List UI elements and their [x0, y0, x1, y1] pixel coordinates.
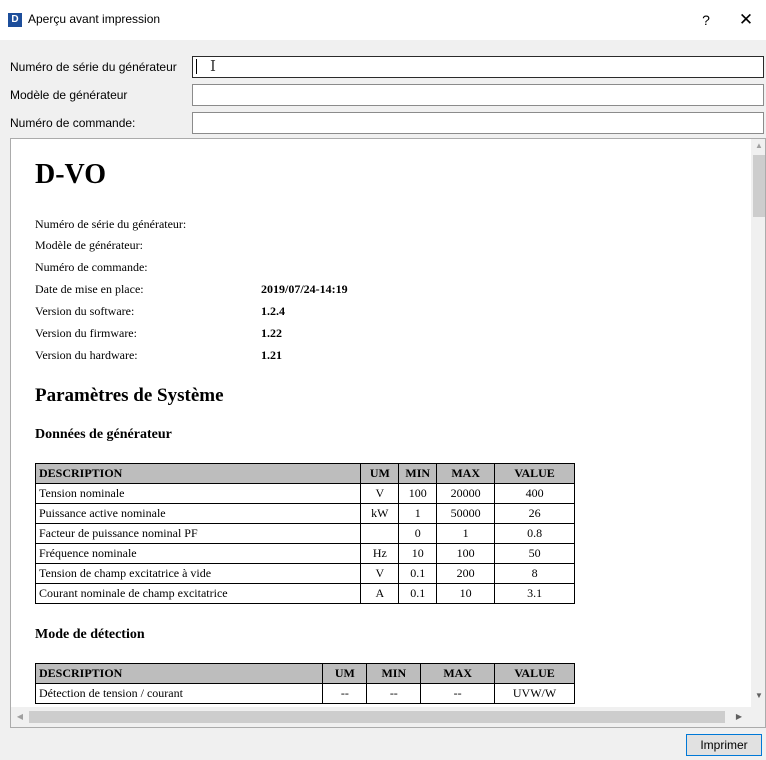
table-cell: -- — [366, 683, 422, 704]
app-logo-icon: D — [8, 13, 22, 27]
table-cell — [360, 523, 400, 544]
column-header: VALUE — [494, 663, 575, 684]
generator-data-table: DESCRIPTION UM MIN MAX VALUE Tension nom… — [34, 463, 575, 604]
table-cell: 10 — [398, 543, 438, 564]
table-cell: 100 — [436, 543, 496, 564]
generator-model-label: Modèle de générateur — [10, 88, 128, 102]
window-title: Aperçu avant impression — [28, 12, 161, 26]
table-cell: 1 — [436, 523, 496, 544]
table-cell: 50000 — [436, 503, 496, 524]
table-cell: 8 — [494, 563, 575, 584]
info-label: Date de mise en place: — [35, 282, 144, 296]
table-cell: 200 — [436, 563, 496, 584]
column-header: MIN — [398, 463, 438, 484]
serial-number-label: Numéro de série du générateur — [10, 60, 177, 74]
table-cell: 20000 — [436, 483, 496, 504]
table-cell: 26 — [494, 503, 575, 524]
column-header: MIN — [366, 663, 422, 684]
table-cell: 1 — [398, 503, 438, 524]
table-cell: 0 — [398, 523, 438, 544]
generator-model-input[interactable] — [192, 84, 764, 106]
column-header: DESCRIPTION — [34, 663, 324, 684]
text-caret — [196, 59, 197, 74]
info-label: Numéro de commande: — [35, 260, 148, 274]
table-cell: UVW/W — [494, 683, 575, 704]
table-row: Puissance active nominale kW 1 50000 26 — [34, 503, 575, 524]
table-header-row: DESCRIPTION UM MIN MAX VALUE — [34, 463, 575, 484]
column-header: DESCRIPTION — [34, 463, 362, 484]
table-row: Tension nominale V 100 20000 400 — [34, 483, 575, 504]
info-value: 2019/07/24-14:19 — [261, 282, 348, 296]
table-cell: 0.1 — [398, 583, 438, 604]
info-label: Modèle de générateur: — [35, 238, 143, 252]
table-cell: Hz — [360, 543, 400, 564]
scrollbar-corner — [751, 707, 765, 727]
section-title: Paramètres de Système — [35, 385, 224, 406]
horizontal-scroll-thumb[interactable] — [29, 711, 725, 723]
table-cell: Fréquence nominale — [34, 543, 362, 564]
table-header-row: DESCRIPTION UM MIN MAX VALUE — [34, 663, 575, 684]
print-button[interactable]: Imprimer — [686, 734, 762, 756]
horizontal-scrollbar[interactable]: ◀ ▶ — [11, 707, 751, 727]
table-cell: -- — [322, 683, 368, 704]
vertical-scrollbar[interactable]: ▲ ▼ — [751, 139, 765, 707]
scroll-down-arrow-icon[interactable]: ▼ — [751, 689, 765, 703]
scroll-right-arrow-icon[interactable]: ▶ — [731, 709, 747, 725]
column-header: VALUE — [494, 463, 575, 484]
generator-model-row: Modèle de générateur — [0, 82, 766, 108]
print-preview-pane[interactable]: D-VO Numéro de série du générateur: Modè… — [10, 138, 766, 728]
table-cell: A — [360, 583, 400, 604]
table-row: Détection de tension / courant -- -- -- … — [34, 683, 575, 704]
scroll-left-arrow-icon[interactable]: ◀ — [13, 709, 27, 725]
table-cell: 10 — [436, 583, 496, 604]
info-value: 1.22 — [261, 326, 282, 340]
table-cell: Puissance active nominale — [34, 503, 362, 524]
serial-number-row: Numéro de série du générateur I — [0, 54, 766, 80]
table-cell: Courant nominale de champ excitatrice — [34, 583, 362, 604]
table-cell: Détection de tension / courant — [34, 683, 324, 704]
info-value: 1.21 — [261, 348, 282, 362]
column-header: MAX — [436, 463, 496, 484]
detection-mode-table: DESCRIPTION UM MIN MAX VALUE Détection d… — [34, 663, 575, 704]
table-cell: -- — [420, 683, 496, 704]
table-cell: 0.1 — [398, 563, 438, 584]
generator-data-title: Données de générateur — [35, 427, 172, 442]
table-cell: Tension nominale — [34, 483, 362, 504]
vertical-scroll-thumb[interactable] — [753, 155, 765, 217]
info-label: Numéro de série du générateur: — [35, 217, 187, 231]
table-row: Fréquence nominale Hz 10 100 50 — [34, 543, 575, 564]
column-header: UM — [322, 663, 368, 684]
table-cell: 0.8 — [494, 523, 575, 544]
table-cell: Facteur de puissance nominal PF — [34, 523, 362, 544]
document-title: D-VO — [35, 159, 106, 190]
serial-number-input[interactable] — [192, 56, 764, 78]
table-cell: 400 — [494, 483, 575, 504]
help-button[interactable]: ? — [694, 8, 718, 32]
info-value: 1.2.4 — [261, 304, 285, 318]
info-label: Version du firmware: — [35, 326, 137, 340]
scroll-up-arrow-icon[interactable]: ▲ — [751, 139, 765, 153]
table-cell: kW — [360, 503, 400, 524]
info-label: Version du software: — [35, 304, 135, 318]
column-header: UM — [360, 463, 400, 484]
close-button[interactable]: ✕ — [732, 8, 760, 32]
table-cell: 50 — [494, 543, 575, 564]
table-row: Tension de champ excitatrice à vide V 0.… — [34, 563, 575, 584]
column-header: MAX — [420, 663, 496, 684]
table-cell: V — [360, 483, 400, 504]
order-number-row: Numéro de commande: — [0, 110, 766, 136]
table-cell: Tension de champ excitatrice à vide — [34, 563, 362, 584]
info-label: Version du hardware: — [35, 348, 138, 362]
title-bar: D Aperçu avant impression ? ✕ — [0, 0, 766, 40]
table-row: Facteur de puissance nominal PF 0 1 0.8 — [34, 523, 575, 544]
table-cell: 100 — [398, 483, 438, 504]
table-row: Courant nominale de champ excitatrice A … — [34, 583, 575, 604]
order-number-label: Numéro de commande: — [10, 116, 136, 130]
table-cell: V — [360, 563, 400, 584]
table-cell: 3.1 — [494, 583, 575, 604]
order-number-input[interactable] — [192, 112, 764, 134]
ibeam-cursor-icon: I — [210, 57, 216, 75]
detection-mode-title: Mode de détection — [35, 627, 145, 642]
